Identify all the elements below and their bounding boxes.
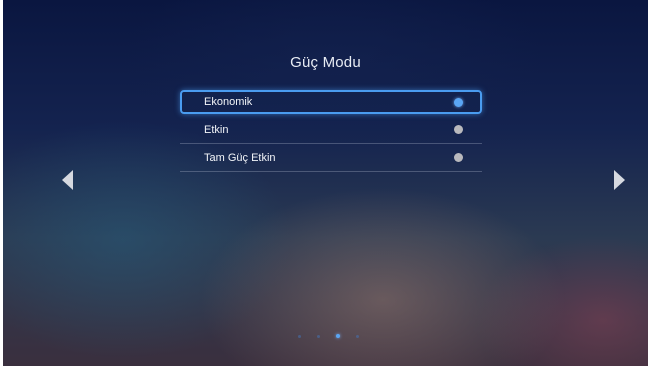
option-label: Ekonomik — [204, 96, 253, 108]
option-label: Etkin — [204, 124, 229, 136]
previous-page-arrow-icon[interactable] — [62, 170, 73, 190]
radio-unselected-icon[interactable] — [454, 125, 463, 134]
option-label: Tam Güç Etkin — [204, 152, 276, 164]
page-indicator — [298, 334, 359, 338]
page-dot-2 — [317, 334, 320, 338]
page-dot-1 — [298, 334, 301, 338]
page-dot-4 — [356, 334, 359, 338]
radio-selected-icon[interactable] — [454, 97, 463, 107]
option-tam-guc-etkin[interactable]: Tam Güç Etkin — [180, 144, 482, 172]
page-title: Güç Modu — [290, 54, 361, 71]
radio-unselected-icon[interactable] — [454, 153, 463, 162]
page-dot-3-active — [336, 334, 340, 338]
power-mode-list: Ekonomik Etkin Tam Güç Etkin — [180, 90, 482, 172]
power-mode-screen: Güç Modu Ekonomik Etkin Tam Güç Etkin — [3, 0, 648, 366]
next-page-arrow-icon[interactable] — [614, 170, 625, 190]
option-ekonomik[interactable]: Ekonomik — [180, 90, 482, 114]
option-etkin[interactable]: Etkin — [180, 116, 482, 144]
